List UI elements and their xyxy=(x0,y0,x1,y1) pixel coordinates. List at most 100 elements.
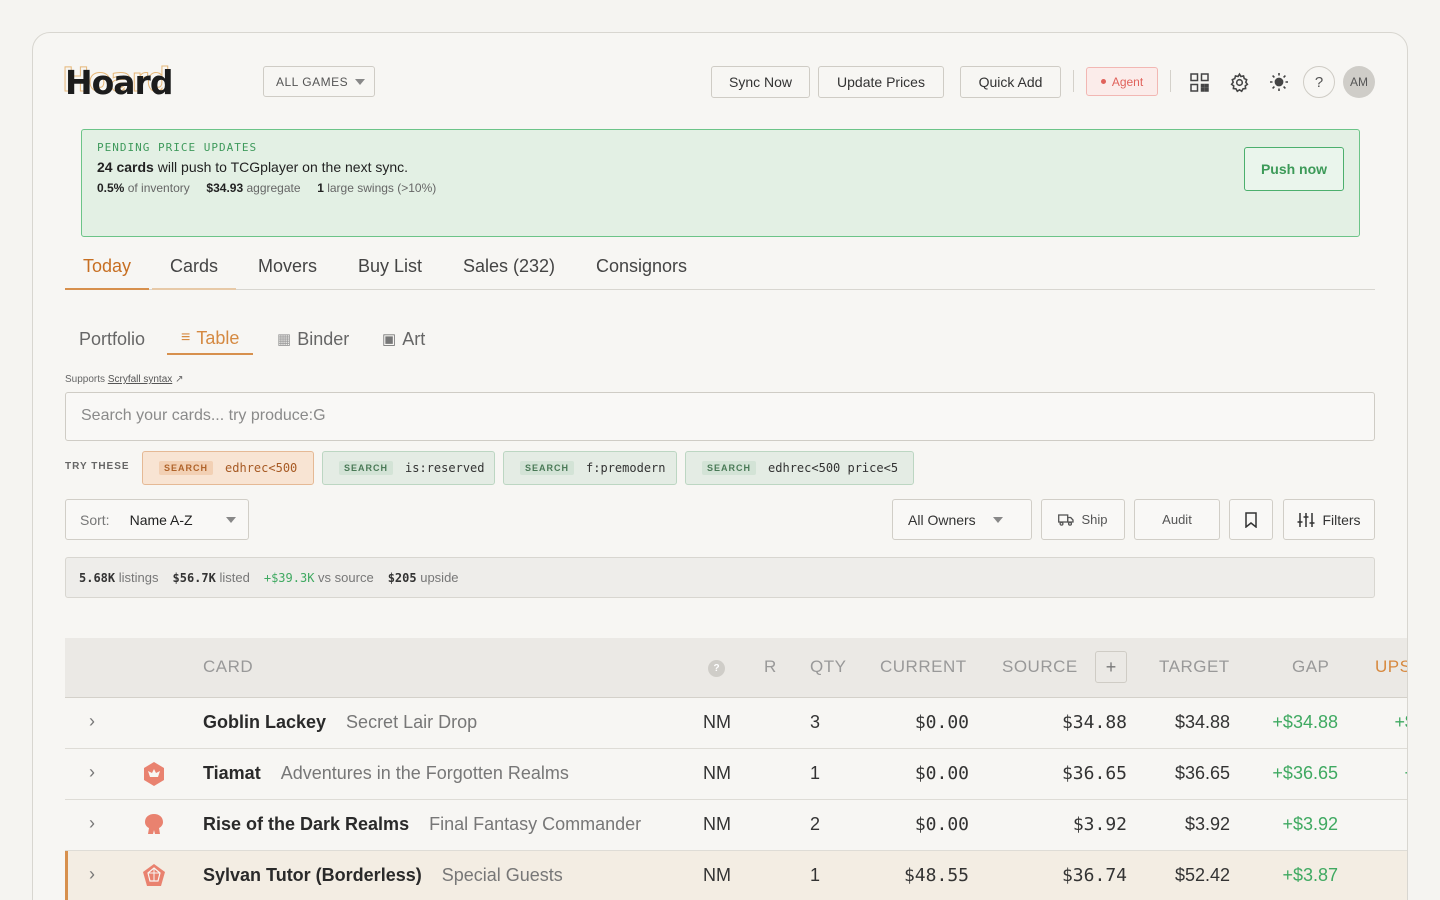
truck-icon xyxy=(1058,513,1075,526)
col-card[interactable]: CARD xyxy=(203,657,253,677)
list-icon: ≡ xyxy=(181,329,191,346)
app-window: Hoard Hoard ALL GAMES Sync Now Update Pri… xyxy=(32,32,1408,900)
app-logo[interactable]: Hoard Hoard xyxy=(61,60,173,103)
expand-chevron-icon[interactable]: › xyxy=(89,711,95,732)
tab-sales[interactable]: Sales (232) xyxy=(445,247,573,290)
sun-icon[interactable] xyxy=(1264,67,1294,97)
gear-icon[interactable] xyxy=(1224,67,1254,97)
avatar[interactable]: AM xyxy=(1343,66,1375,98)
external-link-icon: ↗ xyxy=(175,374,184,385)
cards-table: CARD ? R QTY CURRENT SOURCE + TARGET GAP… xyxy=(65,638,1407,900)
image-icon: ▣ xyxy=(382,331,397,348)
search-chip[interactable]: SEARCH f:premodern xyxy=(503,451,677,485)
audit-button[interactable]: Audit xyxy=(1134,499,1220,540)
subtab-art[interactable]: ▣ Art xyxy=(382,323,425,355)
current-price: $48.55 xyxy=(903,865,969,886)
tab-today[interactable]: Today xyxy=(65,247,150,290)
tab-cards[interactable]: Cards xyxy=(152,247,237,290)
condition: NM xyxy=(703,814,731,834)
upside-value: +$10 xyxy=(1394,712,1407,732)
help-icon[interactable]: ? xyxy=(708,660,725,677)
upside-value: +$3 xyxy=(1345,763,1407,784)
quantity: 2 xyxy=(810,814,821,834)
syntax-hint: Supports Scryfall syntax ↗ xyxy=(65,374,184,385)
search-chip[interactable]: SEARCH edhrec<500 xyxy=(142,451,314,485)
banner-details: 0.5% of inventory $34.93 aggregate 1 lar… xyxy=(97,181,437,195)
banner-label: PENDING PRICE UPDATES xyxy=(97,141,258,154)
divider xyxy=(1170,70,1171,92)
quick-add-button[interactable]: Quick Add xyxy=(960,66,1061,98)
search-chip[interactable]: SEARCH is:reserved xyxy=(322,451,495,485)
source-price: $34.88 xyxy=(1061,712,1127,733)
help-button[interactable]: ? xyxy=(1303,66,1335,98)
push-now-button[interactable]: Push now xyxy=(1244,147,1344,191)
scryfall-syntax-link[interactable]: Scryfall syntax xyxy=(108,374,172,385)
pending-updates-banner: PENDING PRICE UPDATES 24 cards will push… xyxy=(81,129,1360,237)
ship-button[interactable]: Ship xyxy=(1041,499,1125,540)
col-r[interactable]: R xyxy=(764,657,777,677)
current-price: $0.00 xyxy=(914,814,969,835)
upside-value: +$ xyxy=(1345,814,1407,835)
qr-code-icon[interactable] xyxy=(1184,67,1214,97)
search-input[interactable]: Search your cards... try produce:G xyxy=(65,392,1375,441)
owners-select[interactable]: All Owners xyxy=(892,499,1032,540)
expand-chevron-icon[interactable]: › xyxy=(89,762,95,783)
try-these-label: TRY THESE xyxy=(65,461,130,472)
table-row[interactable]: › Sylvan Tutor (Borderless) Special Guest… xyxy=(65,851,1407,900)
tab-consignors[interactable]: Consignors xyxy=(578,247,705,290)
card-name[interactable]: Rise of the Dark Realms Final Fantasy Com… xyxy=(203,814,641,835)
search-chip[interactable]: SEARCH edhrec<500 price<5 xyxy=(685,451,914,485)
table-row[interactable]: › Tiamat Adventures in the Forgotten Real… xyxy=(65,749,1407,800)
card-name[interactable]: Goblin Lackey Secret Lair Drop xyxy=(203,712,477,733)
bookmark-button[interactable] xyxy=(1229,499,1273,540)
current-price: $0.00 xyxy=(914,712,969,733)
table-header: CARD ? R QTY CURRENT SOURCE + TARGET GAP… xyxy=(65,638,1407,698)
set-fic-icon xyxy=(141,812,167,838)
col-qty[interactable]: QTY xyxy=(810,657,846,677)
target-price: $34.88 xyxy=(1174,712,1230,732)
sliders-icon xyxy=(1297,512,1315,527)
expand-chevron-icon[interactable]: › xyxy=(89,813,95,834)
target-price: $52.42 xyxy=(1174,865,1230,885)
set-spg-icon xyxy=(141,863,167,889)
subtab-binder[interactable]: ▦ Binder xyxy=(277,323,349,355)
divider xyxy=(1073,70,1074,92)
tab-movers[interactable]: Movers xyxy=(240,247,335,290)
condition: NM xyxy=(703,712,731,732)
col-source[interactable]: SOURCE xyxy=(1002,657,1078,677)
add-column-button[interactable]: + xyxy=(1095,651,1127,683)
gap-value: +$3.92 xyxy=(1282,814,1338,834)
chevron-down-icon xyxy=(992,516,1003,523)
expand-chevron-icon[interactable]: › xyxy=(89,864,95,885)
inventory-stats: 5.68K listings $56.7K listed +$39.3K vs … xyxy=(65,557,1375,598)
card-set: Special Guests xyxy=(441,865,563,885)
filters-button[interactable]: Filters xyxy=(1283,499,1375,540)
gap-value: +$3.87 xyxy=(1282,865,1338,885)
col-upside[interactable]: UPS xyxy=(1375,657,1407,677)
subtab-table[interactable]: ≡ Table xyxy=(167,323,254,355)
status-dot-icon xyxy=(1100,79,1106,84)
banner-summary: 24 cards will push to TCGplayer on the n… xyxy=(97,159,409,175)
tab-buy-list[interactable]: Buy List xyxy=(340,247,440,290)
table-row[interactable]: › Goblin Lackey Secret Lair Drop NM 3 $0.… xyxy=(65,698,1407,749)
subtab-portfolio[interactable]: Portfolio xyxy=(79,323,145,355)
col-gap[interactable]: GAP xyxy=(1292,657,1329,677)
col-target[interactable]: TARGET xyxy=(1159,657,1230,677)
gap-value: +$36.65 xyxy=(1272,763,1338,783)
current-price: $0.00 xyxy=(914,763,969,784)
games-filter-dropdown[interactable]: ALL GAMES xyxy=(263,66,375,97)
quantity: 3 xyxy=(810,712,821,732)
quantity: 1 xyxy=(810,763,821,783)
grid-icon: ▦ xyxy=(277,331,292,348)
target-price: $36.65 xyxy=(1174,763,1230,783)
sync-now-button[interactable]: Sync Now xyxy=(711,66,810,98)
table-row[interactable]: › Rise of the Dark Realms Final Fantasy C… xyxy=(65,800,1407,851)
target-price: $3.92 xyxy=(1184,814,1230,834)
update-prices-button[interactable]: Update Prices xyxy=(818,66,944,98)
agent-button[interactable]: Agent xyxy=(1086,67,1158,96)
card-set: Adventures in the Forgotten Realms xyxy=(280,763,569,783)
card-name[interactable]: Tiamat Adventures in the Forgotten Realms xyxy=(203,763,569,784)
col-current[interactable]: CURRENT xyxy=(880,657,967,677)
card-name[interactable]: Sylvan Tutor (Borderless) Special Guests xyxy=(203,865,563,886)
sort-select[interactable]: Sort: Name A-Z xyxy=(65,499,249,540)
